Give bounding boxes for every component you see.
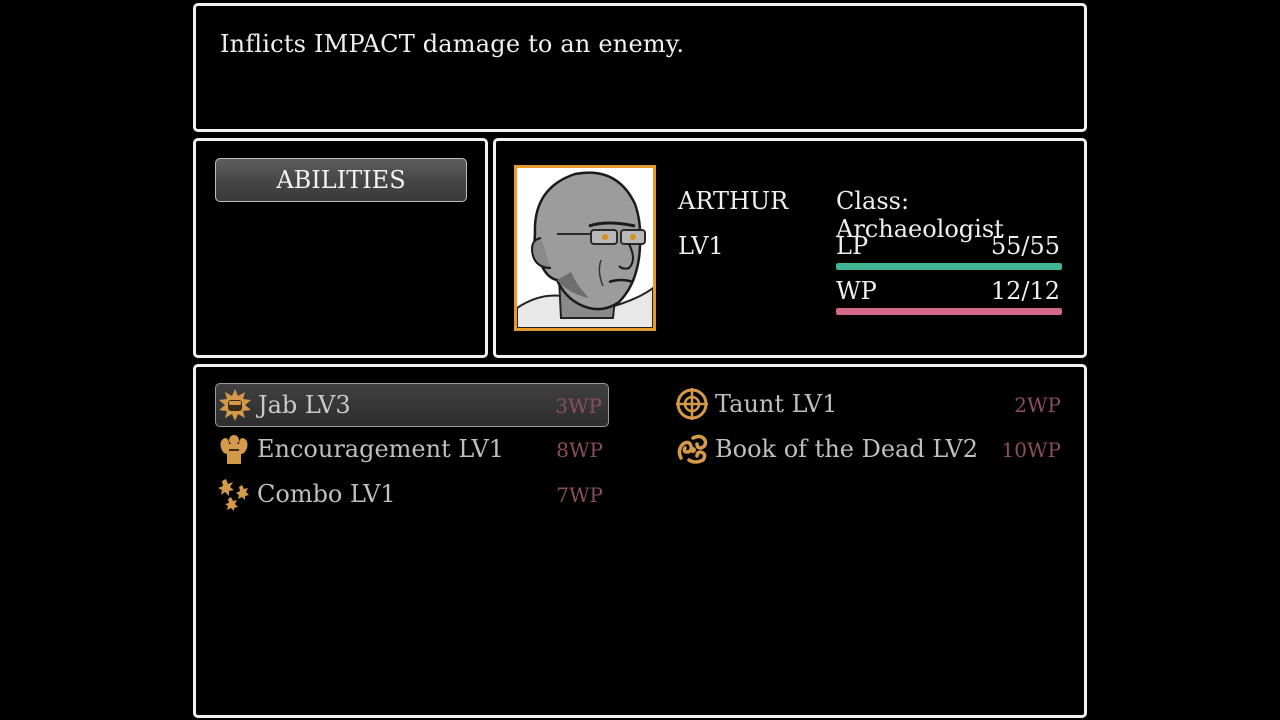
lp-gauge: LP 55/55 [836, 232, 1062, 270]
skill-cost: 7WP [556, 483, 603, 507]
skill-cost: 8WP [556, 438, 603, 462]
skill-name: Encouragement LV1 [257, 435, 505, 463]
actor-level: LV1 [678, 232, 724, 260]
lp-value: 55/55 [990, 232, 1060, 260]
skill-list-window: Jab LV3 3WP Taunt LV1 2WP Encouragement … [193, 364, 1087, 718]
abilities-command-button[interactable]: ABILITIES [215, 158, 467, 202]
skill-item-jab[interactable]: Jab LV3 3WP [215, 383, 609, 427]
skill-item-taunt[interactable]: Taunt LV1 2WP [673, 383, 1067, 427]
actor-status-window: ARTHUR LV1 Class: Archaeologist LP 55/55… [493, 138, 1087, 358]
help-description: Inflicts IMPACT damage to an enemy. [220, 30, 685, 58]
skill-item-book-of-the-dead[interactable]: Book of the Dead LV2 10WP [673, 428, 1067, 472]
flexing-muscle-icon [220, 435, 248, 464]
crosshair-icon [676, 388, 708, 420]
skill-name: Jab LV3 [258, 391, 351, 419]
skill-name: Taunt LV1 [715, 390, 838, 418]
wp-gauge: WP 12/12 [836, 277, 1062, 315]
skill-cost: 10WP [1001, 438, 1061, 462]
skill-name: Book of the Dead LV2 [715, 435, 979, 463]
skill-cost: 3WP [555, 394, 602, 418]
wp-bar-fill [836, 308, 1062, 315]
skill-cost: 2WP [1014, 393, 1061, 417]
skill-item-combo[interactable]: Combo LV1 7WP [215, 473, 609, 517]
lp-bar-track [836, 263, 1062, 270]
wp-label: WP [836, 277, 877, 305]
wp-bar-track [836, 308, 1062, 315]
lp-bar-fill [836, 263, 1062, 270]
actor-name: ARTHUR [678, 187, 789, 215]
fist-impact-icon [219, 389, 251, 421]
multi-burst-icon [218, 479, 249, 511]
skill-type-window: ABILITIES [193, 138, 488, 358]
lp-label: LP [836, 232, 869, 260]
help-window: Inflicts IMPACT damage to an enemy. [193, 3, 1087, 132]
wp-value: 12/12 [990, 277, 1060, 305]
skill-name: Combo LV1 [257, 480, 396, 508]
skill-item-encouragement[interactable]: Encouragement LV1 8WP [215, 428, 609, 472]
actor-portrait [514, 165, 656, 331]
ankh-scroll-icon [677, 434, 708, 464]
bald-man-glasses-portrait-icon [517, 168, 653, 328]
